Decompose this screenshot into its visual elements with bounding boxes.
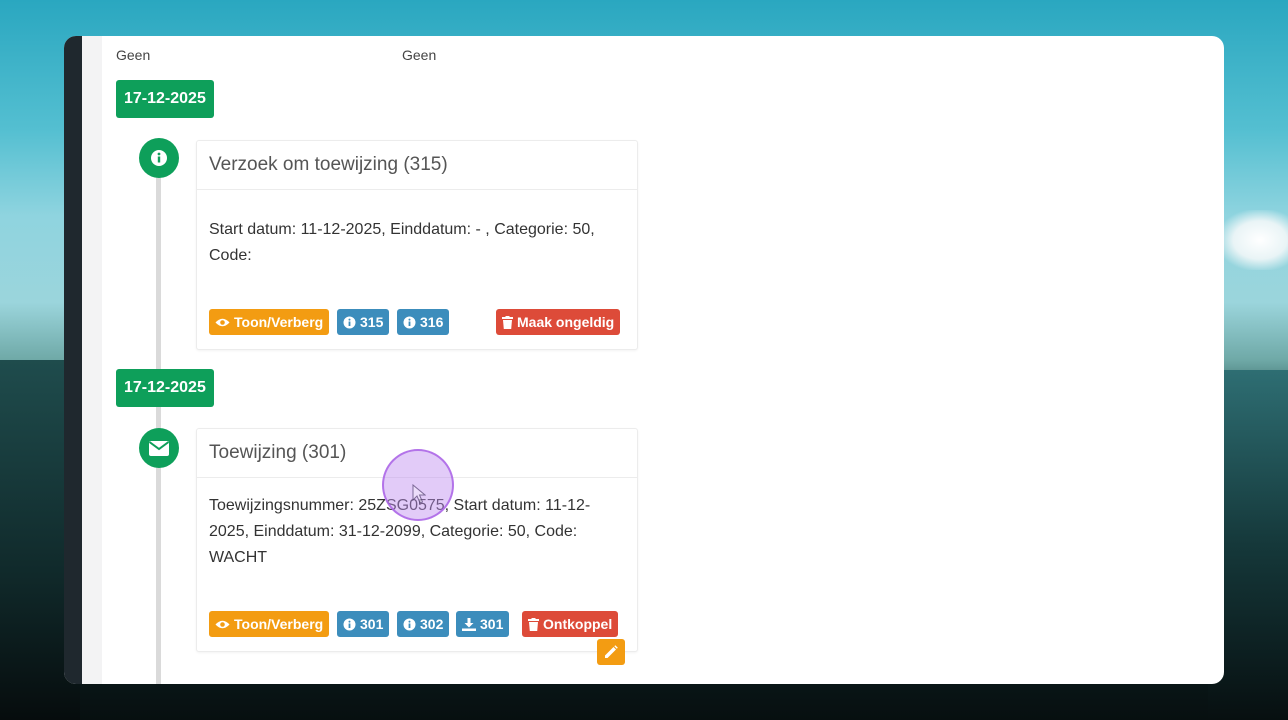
download-button-label: 301 <box>480 616 504 632</box>
timeline-date-badge: 17-12-2025 <box>116 369 214 407</box>
top-value-1: Geen <box>116 47 151 63</box>
info-ref-button[interactable]: 316 <box>397 309 450 335</box>
top-value-2: Geen <box>402 47 437 63</box>
info-ref-label: 315 <box>360 314 384 330</box>
pencil-icon <box>604 645 618 659</box>
card-title: Verzoek om toewijzing (315) <box>197 141 637 190</box>
download-icon <box>462 617 476 631</box>
timeline-line <box>156 156 161 684</box>
unlink-button[interactable]: Ontkoppel <box>522 611 619 637</box>
info-icon <box>403 618 416 631</box>
invalidate-button-label: Maak ongeldig <box>517 314 615 330</box>
toggle-button[interactable]: Toon/Verberg <box>209 611 330 637</box>
info-icon <box>403 316 416 329</box>
mouse-pointer-icon <box>412 484 426 504</box>
sidebar <box>64 36 82 684</box>
info-icon <box>343 316 356 329</box>
info-ref-button[interactable]: 315 <box>337 309 390 335</box>
info-ref-label: 302 <box>420 616 444 632</box>
invalidate-button[interactable]: Maak ongeldig <box>496 309 621 335</box>
timeline-date-badge: 17-12-2025 <box>116 80 214 118</box>
info-ref-label: 301 <box>360 616 384 632</box>
envelope-icon <box>139 428 179 468</box>
card-body: Start datum: 11-12-2025, Einddatum: - , … <box>209 221 595 264</box>
timeline-content: Geen Geen 17-12-2025 Verzoek om toewijzi… <box>102 36 1224 684</box>
unlink-button-label: Ontkoppel <box>543 616 613 632</box>
toggle-button-label: Toon/Verberg <box>234 616 324 632</box>
sidebar-gutter <box>82 36 102 684</box>
eye-icon <box>215 619 230 630</box>
card-actions: Toon/Verberg 301 302 301 Ontkoppel <box>209 611 627 637</box>
trash-icon <box>528 617 539 631</box>
timeline-card: Verzoek om toewijzing (315) Start datum:… <box>196 140 638 350</box>
download-button[interactable]: 301 <box>456 611 510 637</box>
info-ref-label: 316 <box>420 314 444 330</box>
toggle-button-label: Toon/Verberg <box>234 314 324 330</box>
info-icon <box>343 618 356 631</box>
toggle-button[interactable]: Toon/Verberg <box>209 309 330 335</box>
eye-icon <box>215 317 230 328</box>
info-icon <box>139 138 179 178</box>
edit-button[interactable] <box>597 639 625 665</box>
info-ref-button[interactable]: 301 <box>337 611 390 637</box>
trash-icon <box>502 315 513 329</box>
card-actions: Toon/Verberg 315 316 Maak ongeldig <box>209 309 627 335</box>
info-ref-button[interactable]: 302 <box>397 611 450 637</box>
app-window: Geen Geen 17-12-2025 Verzoek om toewijzi… <box>64 36 1224 684</box>
background-cloud <box>1218 210 1288 270</box>
